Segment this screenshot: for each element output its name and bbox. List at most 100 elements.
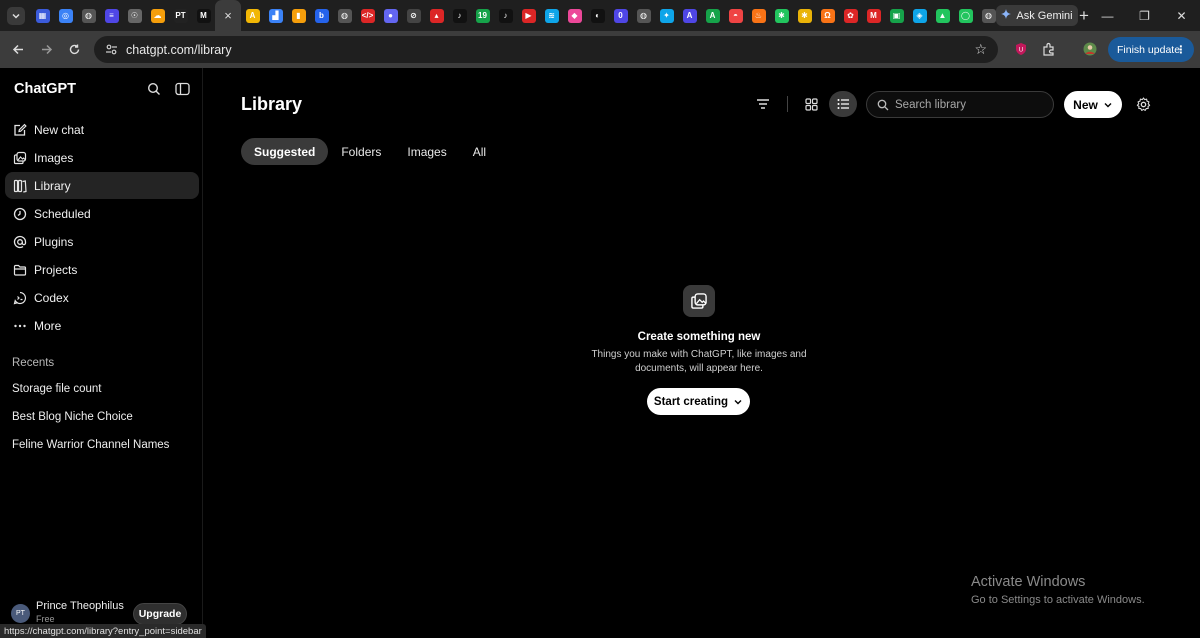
search-chats-icon[interactable]: [145, 80, 163, 98]
sidebar-item-images[interactable]: Images: [5, 144, 199, 171]
browser-tab[interactable]: ◈: [908, 0, 931, 31]
address-bar[interactable]: chatgpt.com/library ☆: [94, 36, 998, 63]
browser-tab[interactable]: ✱: [770, 0, 793, 31]
browser-tab[interactable]: ⊘: [402, 0, 425, 31]
browser-tab[interactable]: ◐: [586, 0, 609, 31]
browser-tab[interactable]: b: [310, 0, 333, 31]
settings-gear-icon[interactable]: [1134, 95, 1152, 113]
browser-tab[interactable]: </>: [356, 0, 379, 31]
sidebar-item-library[interactable]: Library: [5, 172, 199, 199]
browser-tab[interactable]: ◯: [954, 0, 977, 31]
browser-tab[interactable]: M: [862, 0, 885, 31]
browser-tab[interactable]: ✦: [655, 0, 678, 31]
browser-tab[interactable]: PT: [169, 0, 192, 31]
browser-tab[interactable]: ▶: [517, 0, 540, 31]
browser-tab[interactable]: ♪: [448, 0, 471, 31]
avatar[interactable]: PT: [11, 604, 30, 623]
browser-tab[interactable]: ≡: [100, 0, 123, 31]
back-icon[interactable]: [4, 36, 32, 64]
new-button[interactable]: New: [1064, 91, 1122, 118]
browser-tab[interactable]: ◍: [632, 0, 655, 31]
browser-tab[interactable]: ▲: [931, 0, 954, 31]
user-name[interactable]: Prince Theophilus: [36, 600, 124, 612]
finish-update-button[interactable]: Finish update ⋮: [1108, 37, 1194, 62]
tab-all[interactable]: All: [460, 138, 499, 165]
browser-tab[interactable]: ☁: [146, 0, 169, 31]
recent-chat-item[interactable]: Best Blog Niche Choice: [12, 411, 133, 423]
chevron-down-icon: [1103, 100, 1113, 110]
reload-icon[interactable]: [60, 36, 88, 64]
browser-tab[interactable]: ✿: [839, 0, 862, 31]
tab-favicon-icon: ◎: [58, 8, 73, 23]
browser-tab[interactable]: ♨: [747, 0, 770, 31]
browser-menu-icon[interactable]: ⋮: [1176, 44, 1187, 56]
browser-tab[interactable]: A: [701, 0, 724, 31]
compose-icon: [12, 122, 28, 138]
tab-favicon-icon: ▦: [35, 8, 50, 23]
browser-tab[interactable]: ☉: [123, 0, 146, 31]
active-tab[interactable]: ×: [215, 0, 241, 31]
browser-tab[interactable]: Ω: [816, 0, 839, 31]
minimize-icon[interactable]: —: [1089, 0, 1126, 31]
tab-folders[interactable]: Folders: [328, 138, 394, 165]
browser-tab[interactable]: ▦: [31, 0, 54, 31]
forward-icon[interactable]: [32, 36, 60, 64]
page-title: Library: [241, 94, 303, 114]
browser-tab[interactable]: A: [241, 0, 264, 31]
tab-favicon-icon: ≡: [104, 8, 119, 23]
recent-chat-item[interactable]: Storage file count: [12, 383, 102, 395]
sidebar-item-new-chat[interactable]: New chat: [5, 116, 199, 143]
browser-tab[interactable]: ●: [379, 0, 402, 31]
browser-tab[interactable]: ▟: [264, 0, 287, 31]
browser-tab[interactable]: ◍: [333, 0, 356, 31]
browser-tab[interactable]: ✱: [793, 0, 816, 31]
browser-tab[interactable]: ◎: [54, 0, 77, 31]
grid-view-icon[interactable]: [802, 95, 820, 113]
filter-icon[interactable]: [754, 96, 772, 112]
browser-tab[interactable]: ◓: [724, 0, 747, 31]
ublock-extension-icon[interactable]: U: [1011, 39, 1031, 59]
close-window-icon[interactable]: ✕: [1163, 0, 1200, 31]
finish-update-label: Finish update: [1117, 43, 1181, 56]
search-input[interactable]: [895, 98, 1035, 111]
browser-tab[interactable]: ◍: [77, 0, 100, 31]
browser-tab[interactable]: 0: [609, 0, 632, 31]
start-creating-label: Start creating: [653, 395, 729, 408]
browser-tab[interactable]: ≋: [540, 0, 563, 31]
sidebar-item-codex[interactable]: Codex: [5, 284, 199, 311]
browser-tab-strip: ▦ ◎ ◍ ≡ ☉ ☁ PT M × A ▟ ▮ b ◍ </> ● ⊘ ▴ ♪ 19 ♪ ▶ ≋ ◆ ◐ 0 ◍ ✦ A A ◓ ♨ ✱ ✱ Ω ✿…: [0, 0, 1200, 31]
profile-avatar-icon[interactable]: [1080, 39, 1100, 59]
more-dots-icon: [12, 318, 28, 334]
recent-chat-item[interactable]: Feline Warrior Channel Names: [12, 439, 169, 451]
brand-title[interactable]: ChatGPT: [14, 81, 76, 97]
browser-tab[interactable]: ♪: [494, 0, 517, 31]
tab-search-chevron-icon[interactable]: [7, 6, 25, 25]
extensions-puzzle-icon[interactable]: [1039, 39, 1059, 59]
sidebar-item-plugins[interactable]: Plugins: [5, 228, 199, 255]
site-settings-icon[interactable]: [103, 42, 119, 58]
tab-suggested[interactable]: Suggested: [241, 138, 329, 165]
sidebar-item-scheduled[interactable]: Scheduled: [5, 200, 199, 227]
search-library[interactable]: [866, 91, 1054, 118]
ask-gemini-button[interactable]: Ask Gemini: [996, 5, 1078, 26]
browser-tab[interactable]: ▣: [885, 0, 908, 31]
maximize-icon[interactable]: ❐: [1126, 0, 1163, 31]
upgrade-button[interactable]: Upgrade: [133, 603, 187, 625]
tab-favicon-icon: PT: [173, 8, 188, 23]
browser-tab[interactable]: ▴: [425, 0, 448, 31]
sidebar-item-projects[interactable]: Projects: [5, 256, 199, 283]
browser-tab[interactable]: ▮: [287, 0, 310, 31]
sidebar-item-label: New chat: [34, 122, 85, 137]
tab-images[interactable]: Images: [394, 138, 459, 165]
browser-tab[interactable]: 19: [471, 0, 494, 31]
browser-tab[interactable]: ◆: [563, 0, 586, 31]
toggle-sidebar-icon[interactable]: [173, 80, 191, 98]
close-tab-icon[interactable]: ×: [224, 8, 232, 23]
start-creating-button[interactable]: Start creating: [647, 388, 750, 415]
list-view-button[interactable]: [829, 91, 857, 117]
browser-tab[interactable]: A: [678, 0, 701, 31]
browser-tab[interactable]: M: [192, 0, 215, 31]
tab-favicon-icon: ✱: [774, 8, 789, 23]
sidebar-item-more[interactable]: More: [5, 312, 199, 339]
bookmark-star-icon[interactable]: ☆: [974, 41, 987, 58]
